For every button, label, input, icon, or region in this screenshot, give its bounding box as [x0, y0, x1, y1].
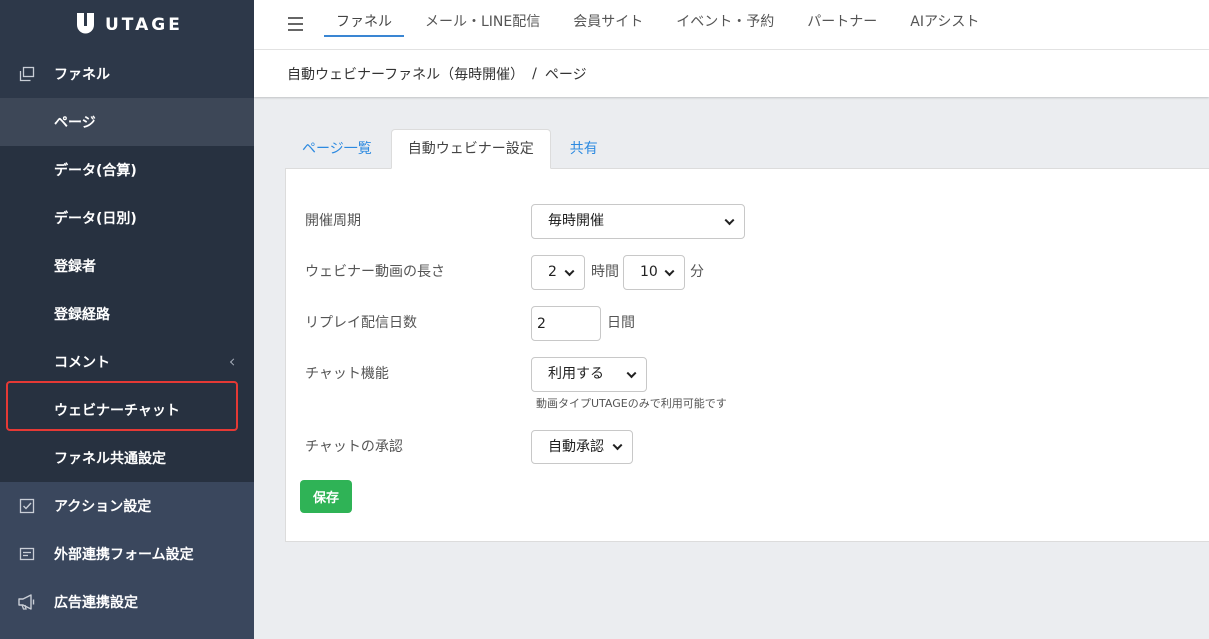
sidebar-item-label: 外部連携フォーム設定	[54, 547, 194, 563]
sidebar-item-action-settings[interactable]: アクション設定	[0, 482, 254, 530]
hours-unit: 時間	[591, 264, 619, 280]
settings-card: 開催周期 毎時開催 ウェビナー動画の長さ 2 時間 10 分 リプレイ配信日数 …	[285, 168, 1209, 542]
save-button[interactable]: 保存	[300, 480, 352, 513]
chevron-down-icon	[724, 214, 735, 225]
chat-label: チャット機能	[305, 366, 389, 382]
chevron-down-icon	[564, 265, 575, 276]
page-tabs: ページ一覧 自動ウェビナー設定 共有	[285, 129, 615, 169]
breadcrumb-separator: /	[532, 65, 537, 82]
schedule-select-value: 毎時開催	[548, 213, 604, 229]
sidebar-subitem-comments[interactable]: コメント	[0, 338, 254, 386]
sidebar-subitem-page[interactable]: ページ	[0, 98, 254, 146]
nav-tab-member-site[interactable]: 会員サイト	[561, 0, 655, 37]
chevron-left-icon	[229, 358, 238, 366]
sidebar-item-funnel[interactable]: ファネル	[0, 50, 254, 98]
days-unit: 日間	[607, 315, 635, 331]
sidebar-item-label: 登録経路	[54, 307, 110, 323]
tab-share[interactable]: 共有	[553, 129, 615, 169]
sidebar-item-label: データ(合算)	[54, 163, 137, 179]
sidebar: UTAGE ファネル ページ データ(合算) データ(日別) 登録者 登録経路 …	[0, 0, 254, 639]
checkbox-icon	[17, 497, 37, 515]
sidebar-item-label: 登録者	[54, 259, 96, 275]
nav-tab-event[interactable]: イベント・予約	[664, 0, 786, 37]
pages-icon	[17, 65, 37, 83]
video-minutes-value: 10	[640, 264, 658, 280]
sidebar-subitem-data-daily[interactable]: データ(日別)	[0, 194, 254, 242]
video-minutes-select[interactable]: 10	[623, 255, 685, 290]
schedule-label: 開催周期	[305, 213, 361, 229]
nav-tab-partner[interactable]: パートナー	[795, 0, 889, 37]
nav-tab-mail-line[interactable]: メール・LINE配信	[413, 0, 552, 37]
tab-page-list[interactable]: ページ一覧	[285, 129, 389, 169]
megaphone-icon	[17, 593, 37, 611]
sidebar-subitem-data-total[interactable]: データ(合算)	[0, 146, 254, 194]
top-navigation: ファネル メール・LINE配信 会員サイト イベント・予約 パートナー AIアシ…	[254, 0, 1209, 50]
highlight-box	[6, 381, 238, 431]
form-icon	[17, 545, 37, 563]
sidebar-subitem-registrants[interactable]: 登録者	[0, 242, 254, 290]
chevron-down-icon	[626, 367, 637, 378]
sidebar-item-label: アクション設定	[54, 499, 152, 515]
chat-approval-value: 自動承認	[548, 439, 604, 455]
video-length-label: ウェビナー動画の長さ	[305, 264, 445, 280]
chat-select[interactable]: 利用する	[531, 357, 647, 392]
main-nav-tabs: ファネル メール・LINE配信 会員サイト イベント・予約 パートナー AIアシ…	[324, 0, 991, 37]
schedule-select[interactable]: 毎時開催	[531, 204, 745, 239]
nav-tab-funnel[interactable]: ファネル	[324, 0, 404, 37]
sidebar-item-label: ファネル共通設定	[54, 451, 166, 467]
minutes-unit: 分	[690, 264, 704, 280]
logo-text: UTAGE	[105, 15, 183, 35]
sidebar-item-external-form-settings[interactable]: 外部連携フォーム設定	[0, 530, 254, 578]
utage-logo-icon	[76, 12, 95, 39]
chat-help-text: 動画タイプUTAGEのみで利用可能です	[536, 397, 727, 410]
sidebar-item-label: コメント	[54, 355, 110, 371]
video-hours-select[interactable]: 2	[531, 255, 585, 290]
sidebar-item-label: 広告連携設定	[54, 595, 138, 611]
chevron-down-icon	[612, 440, 623, 451]
chat-approval-select[interactable]: 自動承認	[531, 430, 633, 464]
video-hours-value: 2	[548, 264, 557, 280]
breadcrumb: 自動ウェビナーファネル（毎時開催） / ページ	[254, 50, 1209, 97]
chat-approval-label: チャットの承認	[305, 439, 403, 455]
breadcrumb-parent[interactable]: 自動ウェビナーファネル（毎時開催）	[287, 64, 524, 84]
sidebar-item-label: データ(日別)	[54, 211, 137, 227]
replay-days-label: リプレイ配信日数	[305, 315, 417, 331]
sidebar-subitem-funnel-common-settings[interactable]: ファネル共通設定	[0, 434, 254, 482]
sidebar-item-label: ファネル	[54, 67, 110, 83]
sidebar-item-label: ページ	[54, 115, 96, 131]
chevron-down-icon	[664, 265, 675, 276]
nav-tab-ai-assist[interactable]: AIアシスト	[898, 0, 991, 37]
chat-select-value: 利用する	[548, 366, 604, 382]
sidebar-item-ad-settings[interactable]: 広告連携設定	[0, 578, 254, 626]
sidebar-subitem-registration-route[interactable]: 登録経路	[0, 290, 254, 338]
replay-days-input[interactable]	[531, 306, 601, 341]
logo[interactable]: UTAGE	[0, 0, 254, 50]
hamburger-icon[interactable]	[288, 17, 303, 32]
tab-auto-webinar-settings[interactable]: 自動ウェビナー設定	[390, 129, 551, 169]
breadcrumb-current: ページ	[544, 66, 587, 83]
